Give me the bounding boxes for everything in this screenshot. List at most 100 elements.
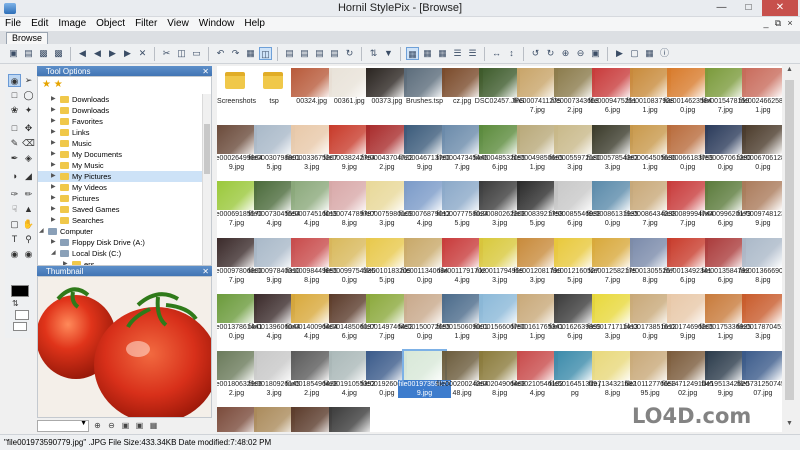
menu-file[interactable]: File [0, 17, 26, 31]
expand-arrow-icon[interactable]: ▶ [51, 193, 56, 204]
save-icon[interactable]: ▩ [37, 47, 50, 60]
maximize-button[interactable]: □ [735, 0, 762, 16]
tree-item[interactable]: ▶ Links [38, 127, 203, 138]
zoom-in-icon[interactable]: ⊕ [92, 420, 103, 431]
expand-arrow-icon[interactable]: ◢ [51, 248, 56, 259]
tree-item[interactable]: ▶ My Documents [38, 149, 203, 160]
tree-item[interactable]: ▶ Favorites [38, 116, 203, 127]
expand-arrow-icon[interactable]: ▶ [51, 127, 56, 138]
fill-icon[interactable]: ▲ [22, 203, 35, 216]
view-tool-icon[interactable]: ◉ [8, 74, 21, 87]
zoom-in-icon[interactable]: ⊕ [559, 47, 572, 60]
expand-arrow-icon[interactable]: ▶ [51, 94, 56, 105]
redo-icon[interactable]: ↷ [229, 47, 242, 60]
image-file-item[interactable]: file5731250745607.jpg [737, 349, 782, 401]
color-wheel-icon[interactable]: ◉ [8, 248, 21, 261]
view-medium-icon[interactable]: ▦ [436, 47, 449, 60]
tab-browse[interactable]: Browse [6, 32, 49, 44]
menu-window[interactable]: Window [194, 17, 240, 31]
image-file-item[interactable]: file001787045163.jpg [737, 292, 782, 344]
zoom-select[interactable]: ▼ [37, 419, 89, 432]
tree-item[interactable]: ▶ Pictures [38, 193, 203, 204]
add-favorite-icon[interactable]: ★ [54, 79, 63, 90]
brush-icon[interactable]: ✎ [8, 137, 21, 150]
pointer-tool-icon[interactable]: ➢ [22, 74, 35, 87]
fit-icon[interactable]: ▣ [134, 420, 145, 431]
ellipse-select-icon[interactable]: ◯ [22, 89, 35, 102]
tree-item[interactable]: ▶ Downloads [38, 94, 203, 105]
tree-item[interactable]: ▶ ers [38, 259, 203, 265]
menu-view[interactable]: View [162, 17, 194, 31]
foreground-color-swatch[interactable] [11, 285, 29, 297]
scroll-down-icon[interactable]: ▼ [783, 420, 796, 432]
first-icon[interactable]: ◀ [76, 47, 89, 60]
view-large-icon[interactable]: ▦ [421, 47, 434, 60]
tree-item[interactable]: ◢ Local Disk (C:) [38, 248, 203, 259]
refresh-icon[interactable]: ↻ [343, 47, 356, 60]
rotate-ccw-icon[interactable]: ↺ [529, 47, 542, 60]
image-file-item[interactable]: file00246625831.jpg [739, 66, 782, 118]
filter-icon[interactable]: ▼ [382, 47, 395, 60]
grid-icon[interactable]: ▦ [643, 47, 656, 60]
scroll-thumb[interactable] [785, 80, 794, 400]
fit-window-icon[interactable]: ▣ [589, 47, 602, 60]
new-folder-icon[interactable]: ▤ [313, 47, 326, 60]
eyedropper-icon[interactable]: ✑ [8, 188, 21, 201]
image-file-item[interactable]: file000670612800.jpg [737, 123, 782, 175]
menu-help[interactable]: Help [239, 17, 270, 31]
tree-item[interactable]: ▶ Saved Games [38, 204, 203, 215]
undo-icon[interactable]: ↶ [214, 47, 227, 60]
image-file-item[interactable]: file000974812389.jpg [737, 179, 782, 231]
paste-icon[interactable]: ▭ [190, 47, 203, 60]
image-file-item[interactable] [326, 405, 373, 432]
zoom-out-icon[interactable]: ⊖ [106, 420, 117, 431]
swap-colors-icon[interactable]: ⇅ [12, 299, 19, 308]
browse-panel-icon[interactable]: ◫ [259, 47, 272, 60]
minimize-button[interactable]: — [708, 0, 735, 16]
open-folder-icon[interactable]: ▤ [22, 47, 35, 60]
actual-size-icon[interactable]: ▣ [120, 420, 131, 431]
red-eye-icon[interactable]: ◉ [22, 248, 35, 261]
mask-mode-icon[interactable] [13, 322, 27, 331]
mdi-minimize-icon[interactable]: _ [760, 17, 772, 29]
tree-item[interactable]: ▶ My Music [38, 160, 203, 171]
expand-arrow-icon[interactable]: ▶ [51, 171, 56, 182]
tree-item[interactable]: ▶ My Pictures [38, 171, 203, 182]
crop-icon[interactable]: □ [8, 122, 21, 135]
info-icon[interactable]: ⓘ [658, 47, 671, 60]
view-details-icon[interactable]: ☰ [466, 47, 479, 60]
image-icon[interactable]: ▦ [244, 47, 257, 60]
menu-edit[interactable]: Edit [26, 17, 53, 31]
image-file-item[interactable]: file00136669078.jpg [739, 236, 782, 288]
slideshow-icon[interactable]: ▶ [613, 47, 626, 60]
background-color-swatch[interactable] [15, 310, 29, 320]
zoom-out-icon[interactable]: ⊖ [574, 47, 587, 60]
move-icon[interactable]: ✥ [22, 122, 35, 135]
expand-arrow-icon[interactable]: ▶ [51, 138, 56, 149]
rotate-cw-icon[interactable]: ↻ [544, 47, 557, 60]
folder-icon[interactable]: ▤ [283, 47, 296, 60]
magic-wand-icon[interactable]: ✦ [22, 104, 35, 117]
pen-icon[interactable]: ✒ [8, 152, 21, 165]
expand-arrow-icon[interactable]: ▶ [51, 182, 56, 193]
hand-icon[interactable]: ✋ [22, 218, 35, 231]
shape-icon[interactable]: ▢ [8, 218, 21, 231]
expand-arrow-icon[interactable]: ▶ [51, 160, 56, 171]
fullscreen-icon[interactable]: ▢ [628, 47, 641, 60]
menu-object[interactable]: Object [91, 17, 130, 31]
expand-arrow-icon[interactable]: ▶ [51, 105, 56, 116]
browser-scrollbar[interactable]: ▲ ▼ [783, 66, 796, 432]
expand-arrow-icon[interactable]: ▶ [63, 259, 68, 265]
view-thumbnails-icon[interactable]: ▦ [406, 47, 419, 60]
cut-icon[interactable]: ✂ [160, 47, 173, 60]
print-icon[interactable]: ▩ [52, 47, 65, 60]
back-icon[interactable]: ◀ [91, 47, 104, 60]
tree-item[interactable]: ▶ Music [38, 138, 203, 149]
flip-horizontal-icon[interactable]: ↔ [490, 47, 503, 60]
flip-vertical-icon[interactable]: ↕ [505, 47, 518, 60]
mdi-close-icon[interactable]: × [784, 17, 796, 29]
favorite-star-icon[interactable]: ★ [42, 79, 51, 90]
rect-select-icon[interactable]: □ [8, 89, 21, 102]
tree-item[interactable]: ▶ Downloads [38, 105, 203, 116]
copy-icon[interactable]: ◫ [175, 47, 188, 60]
